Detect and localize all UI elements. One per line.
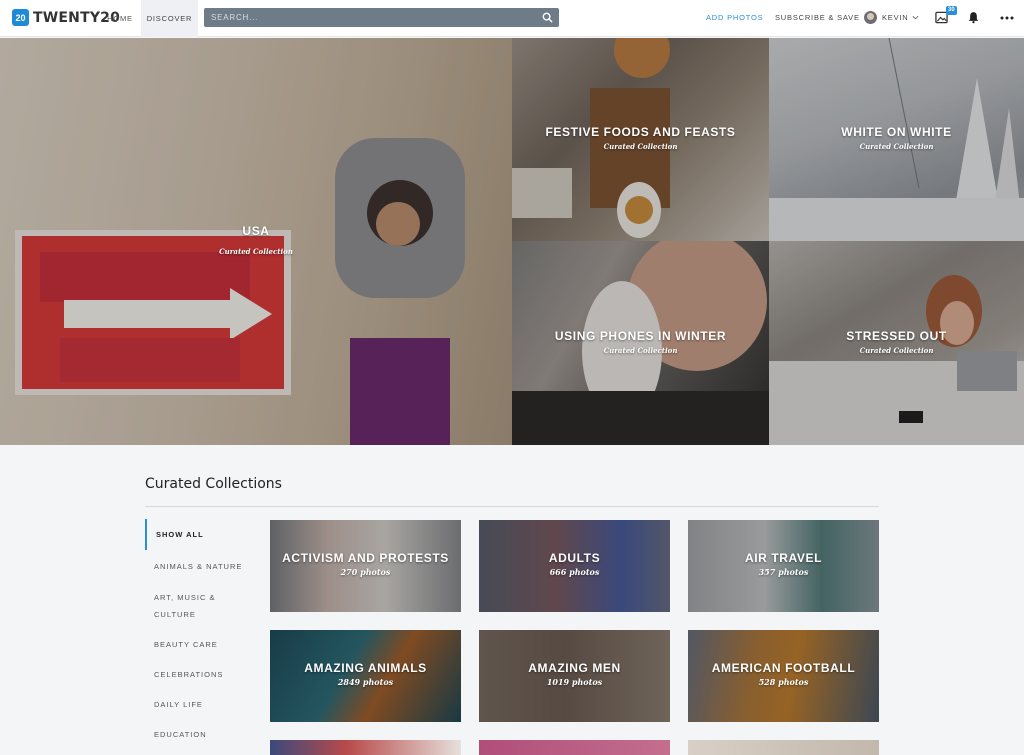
featured-subtitle-stressed-out: Curated Collection <box>859 346 934 355</box>
usa-tile-shade <box>0 38 512 445</box>
collection-card-shade <box>270 520 461 612</box>
collection-card-shade <box>688 630 879 722</box>
sidebar-item-show-all[interactable]: SHOW ALL <box>145 519 255 550</box>
chevron-down-icon <box>912 15 918 20</box>
user-name: KEVIN <box>882 13 909 22</box>
collection-card-shade <box>479 520 670 612</box>
category-sidebar: SHOW ALL ANIMALS & NATURE ART, MUSIC & C… <box>145 519 255 743</box>
featured-collections: USA Curated Collection FESTIVE FOODS AND… <box>0 38 1024 445</box>
featured-tile-festive-foods[interactable]: FESTIVE FOODS AND FEASTS Curated Collect… <box>512 38 769 241</box>
sidebar-item-art-music[interactable]: ART, MUSIC & <box>145 589 255 606</box>
collection-title: ADULTS <box>548 551 601 565</box>
collection-card-shade <box>688 520 879 612</box>
featured-subtitle-festive-foods: Curated Collection <box>603 142 678 151</box>
nav-home[interactable]: HOME <box>100 0 140 37</box>
featured-tile-phones-in-winter[interactable]: USING PHONES IN WINTER Curated Collectio… <box>512 241 769 445</box>
collection-count: 270 photos <box>340 567 391 577</box>
collection-card-shade <box>270 630 461 722</box>
collection-card-air-travel[interactable]: AIR TRAVEL 357 photos <box>688 520 879 612</box>
search-icon[interactable] <box>542 12 553 23</box>
collection-card-partial[interactable] <box>479 740 670 755</box>
featured-title-white-on-white: WHITE ON WHITE <box>841 125 952 139</box>
section-title: Curated Collections <box>145 476 282 492</box>
collection-card-adults[interactable]: ADULTS 666 photos <box>479 520 670 612</box>
sidebar-item-education[interactable]: EDUCATION <box>145 726 255 743</box>
collection-card-partial[interactable] <box>688 740 879 755</box>
featured-subtitle-usa: Curated Collection <box>219 247 293 256</box>
featured-tile-white-on-white[interactable]: WHITE ON WHITE Curated Collection <box>769 38 1024 241</box>
sidebar-item-animals-nature[interactable]: ANIMALS & NATURE <box>145 558 255 575</box>
collection-title: AIR TRAVEL <box>744 551 823 565</box>
logo-mark-icon: 20 <box>12 9 29 26</box>
avatar <box>864 11 877 24</box>
collection-count: 357 photos <box>758 567 809 577</box>
featured-subtitle-phones-in-winter: Curated Collection <box>603 346 678 355</box>
sidebar-item-culture[interactable]: CULTURE <box>145 606 255 623</box>
collection-title: AMAZING ANIMALS <box>304 661 427 675</box>
featured-tile-usa[interactable]: USA Curated Collection <box>0 38 512 445</box>
stressed-out-tile-shade <box>769 241 1024 445</box>
white-on-white-tile-shade <box>769 38 1024 241</box>
collection-count: 666 photos <box>549 567 600 577</box>
user-menu[interactable]: KEVIN <box>864 11 919 24</box>
phones-in-winter-tile-shade <box>512 241 769 445</box>
top-navigation-bar: 20 TWENTY20 HOME DISCOVER ADD PHOTOS SUB… <box>0 0 1024 37</box>
collection-count: 528 photos <box>758 677 809 687</box>
featured-subtitle-white-on-white: Curated Collection <box>859 142 934 151</box>
collection-card-partial[interactable] <box>270 740 461 755</box>
collection-count: 2849 photos <box>337 677 394 687</box>
photos-count-badge: 30 <box>946 6 957 15</box>
subscribe-link[interactable]: SUBSCRIBE & SAVE <box>775 0 860 37</box>
collection-count: 1019 photos <box>546 677 603 687</box>
collection-card-shade <box>479 630 670 722</box>
bell-icon[interactable] <box>967 11 980 24</box>
more-options-icon[interactable] <box>1000 16 1014 20</box>
festive-foods-tile-shade <box>512 38 769 241</box>
collection-title: AMAZING MEN <box>528 661 621 675</box>
sidebar-item-celebrations[interactable]: CELEBRATIONS <box>145 666 255 683</box>
collection-title: ACTIVISM AND PROTESTS <box>282 551 449 565</box>
collection-card-american-football[interactable]: AMERICAN FOOTBALL 528 photos <box>688 630 879 722</box>
featured-title-stressed-out: STRESSED OUT <box>846 329 947 343</box>
nav-discover[interactable]: DISCOVER <box>141 0 198 37</box>
search-bar <box>204 8 559 27</box>
add-photos-link[interactable]: ADD PHOTOS <box>706 0 763 37</box>
featured-title-festive-foods: FESTIVE FOODS AND FEASTS <box>545 125 736 139</box>
collection-card-amazing-animals[interactable]: AMAZING ANIMALS 2849 photos <box>270 630 461 722</box>
featured-title-usa: USA <box>242 224 270 238</box>
sidebar-item-beauty-care[interactable]: BEAUTY CARE <box>145 636 255 653</box>
sidebar-item-daily-life[interactable]: DAILY LIFE <box>145 696 255 713</box>
search-input[interactable] <box>204 8 534 27</box>
collection-card-amazing-men[interactable]: AMAZING MEN 1019 photos <box>479 630 670 722</box>
featured-tile-stressed-out[interactable]: STRESSED OUT Curated Collection <box>769 241 1024 445</box>
featured-title-phones-in-winter: USING PHONES IN WINTER <box>554 329 727 343</box>
collection-title: AMERICAN FOOTBALL <box>711 661 856 675</box>
collection-card-activism[interactable]: ACTIVISM AND PROTESTS 270 photos <box>270 520 461 612</box>
section-divider <box>145 506 879 507</box>
